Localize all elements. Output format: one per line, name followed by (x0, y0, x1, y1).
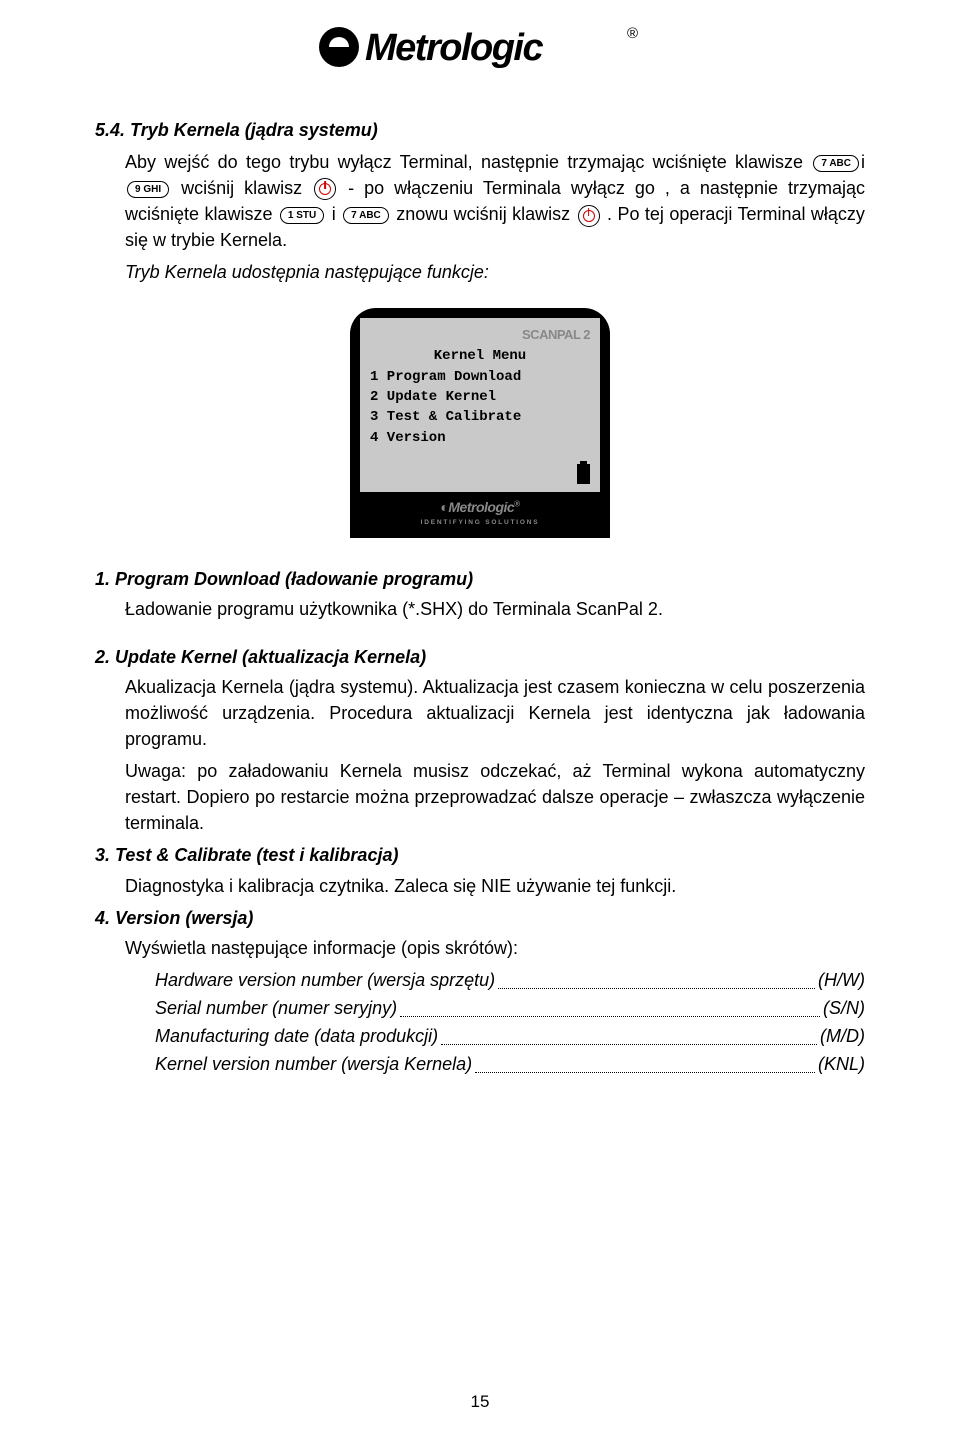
svg-text:®: ® (627, 25, 638, 42)
screen-brand: SCANPAL 2 (370, 326, 590, 345)
item-1-body-text: Ładowanie programu użytkownika (*.SHX) d… (125, 599, 663, 619)
intro-text-1b: i (861, 152, 865, 172)
device-bottom-brand: ◐Metrologic® IDENTIFYING SOLUTIONS (360, 492, 600, 538)
key-7abc: 7 ABC (813, 155, 859, 172)
info-label-hw: Hardware version number (wersja sprzętu) (155, 967, 495, 993)
intro-functions-line: Tryb Kernela udostępnia następujące funk… (95, 259, 865, 285)
screen-line-4: 4 Version (370, 428, 590, 448)
item-1: 1. Program Download (ładowanie programu)… (95, 566, 865, 622)
item-4-body: Wyświetla następujące informacje (opis s… (95, 935, 865, 1077)
item-2-title: Update Kernel (aktualizacja Kernela) (115, 647, 426, 667)
item-2-body-p2: Uwaga: po załadowaniu Kernela musisz odc… (125, 758, 865, 836)
info-row-md: Manufacturing date (data produkcji) (M/D… (155, 1023, 865, 1049)
dots (441, 1023, 817, 1045)
item-2: 2. Update Kernel (aktualizacja Kernela) … (95, 644, 865, 837)
screen-line-2: 2 Update Kernel (370, 387, 590, 407)
info-code-sn: (S/N) (823, 995, 865, 1021)
page-number: 15 (0, 1392, 960, 1412)
intro-text-2c: i (332, 204, 336, 224)
intro-paragraph: Aby wejść do tego trybu wyłącz Terminal,… (95, 149, 865, 253)
intro-text-1a: Aby wejść do tego trybu wyłącz Terminal,… (125, 152, 803, 172)
dots (498, 967, 815, 989)
info-row-sn: Serial number (numer seryjny) (S/N) (155, 995, 865, 1021)
item-4-title: Version (wersja) (115, 908, 253, 928)
item-2-body: Akualizacja Kernela (jądra systemu). Akt… (95, 674, 865, 837)
screen-line-3: 3 Test & Calibrate (370, 407, 590, 427)
info-list: Hardware version number (wersja sprzętu)… (125, 967, 865, 1077)
item-1-number: 1. (95, 569, 110, 589)
item-4-number: 4. (95, 908, 110, 928)
document-body: 5.4. Tryb Kernela (jądra systemu) Aby we… (0, 77, 960, 1077)
dots (475, 1051, 815, 1073)
item-3-number: 3. (95, 845, 110, 865)
logo-text: Metrologic (365, 27, 543, 69)
power-key-icon-2 (578, 205, 600, 227)
metrologic-logo: Metrologic ® (315, 22, 645, 72)
intro-text-2a: wciśnij klawisz (181, 178, 302, 198)
intro-text-2d: znowu wciśnij klawisz (396, 204, 570, 224)
item-1-title: Program Download (ładowanie programu) (115, 569, 473, 589)
info-row-knl: Kernel version number (wersja Kernela) (… (155, 1051, 865, 1077)
dots (400, 995, 820, 1017)
key-9ghi: 9 GHI (127, 181, 169, 198)
screen-title: Kernel Menu (370, 346, 590, 366)
device-frame: SCANPAL 2 Kernel Menu 1 Program Download… (350, 308, 610, 538)
brand-header: Metrologic ® (0, 0, 960, 77)
power-key-icon (314, 178, 336, 200)
info-code-md: (M/D) (820, 1023, 865, 1049)
info-code-hw: (H/W) (818, 967, 865, 993)
info-label-md: Manufacturing date (data produkcji) (155, 1023, 438, 1049)
key-1stu: 1 STU (280, 207, 324, 224)
item-3-body-text: Diagnostyka i kalibracja czytnika. Zalec… (125, 873, 865, 899)
device-screen: SCANPAL 2 Kernel Menu 1 Program Download… (360, 318, 600, 492)
info-label-sn: Serial number (numer seryjny) (155, 995, 397, 1021)
screen-line-1: 1 Program Download (370, 367, 590, 387)
info-label-knl: Kernel version number (wersja Kernela) (155, 1051, 472, 1077)
item-2-body-p1: Akualizacja Kernela (jądra systemu). Akt… (125, 674, 865, 752)
item-3: 3. Test & Calibrate (test i kalibracja) … (95, 842, 865, 898)
item-2-number: 2. (95, 647, 110, 667)
section-heading: 5.4. Tryb Kernela (jądra systemu) (95, 117, 865, 143)
info-row-hw: Hardware version number (wersja sprzętu)… (155, 967, 865, 993)
key-7abc-2: 7 ABC (343, 207, 389, 224)
item-3-body: Diagnostyka i kalibracja czytnika. Zalec… (95, 873, 865, 899)
battery-icon (577, 464, 590, 484)
item-4: 4. Version (wersja) Wyświetla następując… (95, 905, 865, 1078)
item-3-title: Test & Calibrate (test i kalibracja) (115, 845, 398, 865)
item-4-body-text: Wyświetla następujące informacje (opis s… (125, 935, 865, 961)
item-1-body: Ładowanie programu użytkownika (*.SHX) d… (95, 596, 865, 622)
info-code-knl: (KNL) (818, 1051, 865, 1077)
